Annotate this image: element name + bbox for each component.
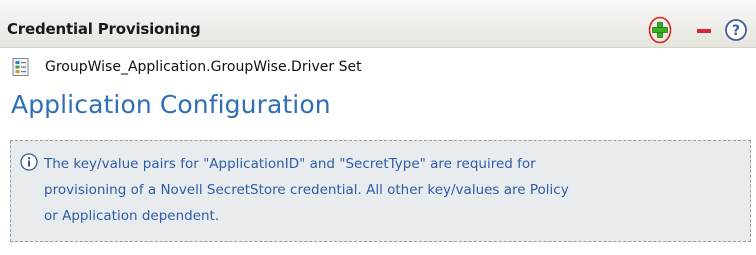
info-icon (20, 153, 38, 171)
svg-text:?: ? (732, 23, 740, 39)
info-line: The key/value pairs for "ApplicationID" … (44, 156, 536, 172)
header-bar: Credential Provisioning ? (0, 0, 756, 48)
info-box: The key/value pairs for "ApplicationID" … (10, 140, 751, 242)
panel-title: Credential Provisioning (7, 20, 201, 38)
info-line: provisioning of a Novell SecretStore cre… (44, 182, 569, 198)
remove-icon[interactable] (694, 21, 714, 41)
section-title: Application Configuration (11, 90, 331, 119)
driver-set-row: GroupWise_Application.GroupWise.Driver S… (11, 55, 362, 79)
help-icon[interactable]: ? (724, 18, 748, 42)
driver-set-label: GroupWise_Application.GroupWise.Driver S… (45, 59, 362, 75)
info-line: or Application dependent. (44, 208, 220, 224)
driver-set-icon (12, 58, 29, 76)
add-icon[interactable] (648, 16, 672, 44)
info-text: The key/value pairs for "ApplicationID" … (44, 151, 734, 229)
